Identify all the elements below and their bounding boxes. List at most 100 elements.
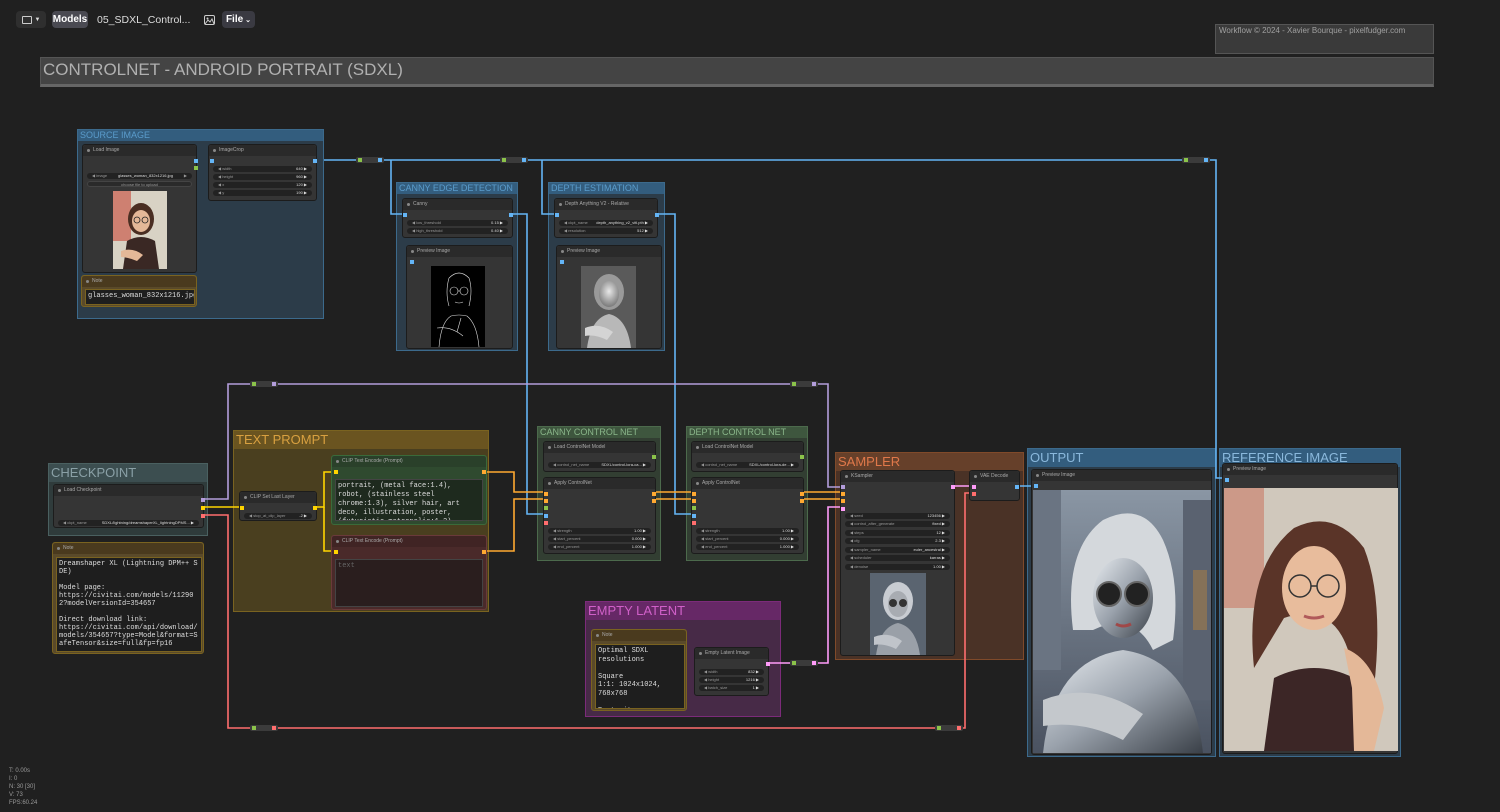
scheduler-select[interactable]: ◀ scheduler karras ▶ — [845, 555, 950, 561]
input-port[interactable] — [544, 514, 548, 518]
note-text[interactable]: Optimal SDXL resolutions Square 1:1: 102… — [595, 644, 685, 709]
node-depth-anything[interactable]: Depth Anything V2 - Relative ◀ ckpt_name… — [554, 198, 659, 238]
reroute-node[interactable] — [790, 660, 818, 666]
ckpt-name-select[interactable]: ◀ ckpt_name SDXL/lightning/dreamshaperXL_… — [58, 520, 199, 526]
workflow-tab-name[interactable]: 05_SDXL_Control... — [97, 11, 195, 28]
output-port[interactable] — [655, 213, 659, 217]
input-port[interactable] — [240, 506, 244, 510]
vae-output-port[interactable] — [201, 514, 205, 518]
node-reference-preview[interactable]: Preview Image — [1222, 463, 1398, 754]
input-port[interactable] — [410, 260, 414, 264]
strength-input[interactable]: ◀ strength 1.00 ▶ — [696, 528, 799, 534]
input-port[interactable] — [692, 521, 696, 525]
input-port[interactable] — [544, 492, 548, 496]
positive-input-port[interactable] — [841, 492, 845, 496]
node-image-crop[interactable]: ImageCrop ◀ width 640 ▶ ◀ height 960 ▶ ◀ x… — [208, 144, 317, 201]
image-icon[interactable] — [201, 11, 217, 28]
image-select[interactable]: ◀ image glasses_woman_832x1216.jpg ▶ — [87, 173, 192, 179]
main-title-group[interactable]: CONTROLNET - ANDROID PORTRAIT (SDXL) — [40, 57, 1434, 87]
output-port[interactable] — [652, 492, 656, 496]
node-depth-load-controlnet[interactable]: Load ControlNet Model ◀ control_net_name… — [691, 441, 804, 472]
cfg-input[interactable]: ◀ cfg 2.3 ▶ — [845, 538, 950, 544]
note-text[interactable]: Dreamshaper XL (Lightning DPM++ SDE) Mod… — [56, 557, 202, 652]
control-net-name-select[interactable]: ◀ control_net_name SDXL/control-lora-ca..… — [548, 462, 651, 468]
input-port[interactable] — [544, 506, 548, 510]
node-clip-text-encode-positive[interactable]: CLIP Text Encode (Prompt) portrait, (met… — [331, 455, 487, 525]
node-source-note[interactable]: Note glasses_woman_832x1216.jpg — [81, 275, 197, 307]
node-load-image[interactable]: Load Image ◀ image glasses_woman_832x1216… — [82, 144, 198, 273]
output-port[interactable] — [482, 550, 486, 554]
output-port[interactable] — [800, 499, 804, 503]
clip-output-port[interactable] — [201, 506, 205, 510]
input-port[interactable] — [560, 260, 564, 264]
positive-prompt-textarea[interactable]: portrait, (metal face:1.4), robot, (stai… — [335, 479, 483, 521]
strength-input[interactable]: ◀ strength 1.00 ▶ — [548, 528, 651, 534]
latent-input-port[interactable] — [841, 507, 845, 511]
steps-input[interactable]: ◀ steps 12 ▶ — [845, 530, 950, 536]
node-canny-load-controlnet[interactable]: Load ControlNet Model ◀ control_net_name… — [543, 441, 656, 472]
credit-note[interactable]: Workflow © 2024 - Xavier Bourque - pixel… — [1215, 24, 1434, 54]
input-port[interactable] — [334, 470, 338, 474]
reroute-node[interactable] — [250, 381, 278, 387]
input-port[interactable] — [692, 506, 696, 510]
height-input[interactable]: ◀ height 1216 ▶ — [699, 677, 764, 683]
high-threshold-input[interactable]: ◀ high_threshold 0.40 ▶ — [407, 228, 508, 234]
vae-input-port[interactable] — [972, 492, 976, 496]
input-port[interactable] — [555, 213, 559, 217]
node-canny-preview[interactable]: Preview Image — [406, 245, 513, 349]
output-port[interactable] — [800, 492, 804, 496]
output-port[interactable] — [313, 506, 317, 510]
negative-input-port[interactable] — [841, 499, 845, 503]
model-input-port[interactable] — [841, 485, 845, 489]
start-percent-input[interactable]: ◀ start_percent 0.000 ▶ — [696, 536, 799, 542]
height-input[interactable]: ◀ height 960 ▶ — [213, 174, 312, 180]
input-port[interactable] — [1034, 484, 1038, 488]
node-clip-text-encode-negative[interactable]: CLIP Text Encode (Prompt) text — [331, 535, 487, 610]
node-canny-apply-controlnet[interactable]: Apply ControlNet ◀ strength 1.00 ▶ ◀ star… — [543, 477, 656, 554]
node-depth-apply-controlnet[interactable]: Apply ControlNet ◀ strength 1.00 ▶ ◀ star… — [691, 477, 804, 554]
node-clip-set-last-layer[interactable]: CLIP Set Last Layer ◀ stop_at_clip_layer… — [239, 491, 317, 521]
input-port[interactable] — [1225, 478, 1229, 482]
width-input[interactable]: ◀ width 832 ▶ — [699, 669, 764, 675]
output-port[interactable] — [800, 455, 804, 459]
output-port[interactable] — [652, 499, 656, 503]
latent-output-port[interactable] — [766, 662, 770, 666]
denoise-input[interactable]: ◀ denoise 1.00 ▶ — [845, 564, 950, 570]
samples-input-port[interactable] — [972, 485, 976, 489]
note-text[interactable]: glasses_woman_832x1216.jpg — [85, 289, 195, 305]
end-percent-input[interactable]: ◀ end_percent 1.000 ▶ — [696, 544, 799, 550]
input-port[interactable] — [210, 159, 214, 163]
input-port[interactable] — [544, 499, 548, 503]
reroute-node[interactable] — [500, 157, 528, 163]
input-port[interactable] — [692, 514, 696, 518]
reroute-node[interactable] — [1182, 157, 1210, 163]
node-canny[interactable]: Canny ◀ low_threshold 0.15 ▶ ◀ high_thres… — [402, 198, 513, 238]
reroute-node[interactable] — [250, 725, 278, 731]
node-depth-preview[interactable]: Preview Image — [556, 245, 662, 349]
start-percent-input[interactable]: ◀ start_percent 0.000 ▶ — [548, 536, 651, 542]
reroute-node[interactable] — [356, 157, 384, 163]
input-port[interactable] — [692, 499, 696, 503]
stop-at-clip-layer-input[interactable]: ◀ stop_at_clip_layer -2 ▶ — [244, 513, 312, 519]
node-ksampler[interactable]: KSampler ◀ seed 123456 ▶ ◀ control_after_… — [840, 470, 955, 656]
node-checkpoint-note[interactable]: Note Dreamshaper XL (Lightning DPM++ SDE… — [52, 542, 204, 654]
reroute-node[interactable] — [935, 725, 963, 731]
output-port[interactable] — [194, 159, 198, 163]
seed-input[interactable]: ◀ seed 123456 ▶ — [845, 513, 950, 519]
control-after-generate-select[interactable]: ◀ control_after_generate fixed ▶ — [845, 521, 950, 527]
input-port[interactable] — [334, 550, 338, 554]
upload-button[interactable]: choose file to upload — [87, 181, 192, 187]
negative-prompt-textarea[interactable]: text — [335, 559, 483, 607]
node-vae-decode[interactable]: VAE Decode — [969, 470, 1020, 501]
resolution-input[interactable]: ◀ resolution 512 ▶ — [559, 228, 653, 234]
input-port[interactable] — [403, 213, 407, 217]
node-latent-note[interactable]: Note Optimal SDXL resolutions Square 1:1… — [591, 629, 687, 711]
file-menu-button[interactable]: File ⌄ — [222, 11, 255, 28]
y-input[interactable]: ◀ y 190 ▶ — [213, 190, 312, 196]
node-load-checkpoint[interactable]: Load Checkpoint ◀ ckpt_name SDXL/lightnin… — [53, 484, 205, 528]
output-port[interactable] — [652, 455, 656, 459]
latent-output-port[interactable] — [951, 485, 955, 489]
low-threshold-input[interactable]: ◀ low_threshold 0.15 ▶ — [407, 220, 508, 226]
image-output-port[interactable] — [1015, 485, 1019, 489]
models-button[interactable]: Models — [52, 11, 88, 28]
